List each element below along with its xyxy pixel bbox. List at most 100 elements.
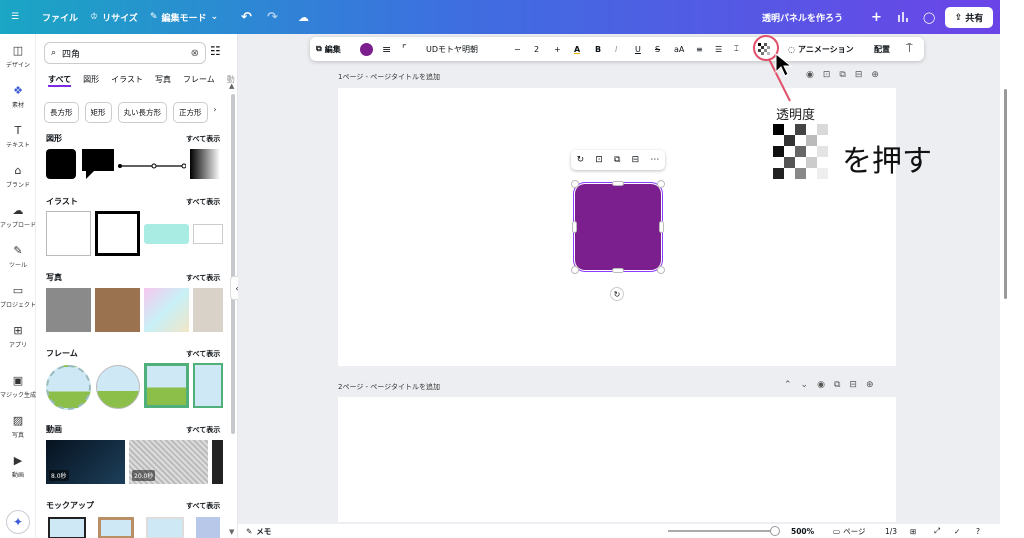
- frame-flower-circle[interactable]: [46, 365, 91, 410]
- file-menu[interactable]: ファイル: [42, 0, 78, 34]
- photo-room[interactable]: [193, 288, 223, 332]
- resize-handle[interactable]: [659, 221, 664, 233]
- see-all-frames[interactable]: すべて表示: [186, 349, 220, 359]
- font-size-increase[interactable]: +: [554, 37, 561, 61]
- frame-green-square[interactable]: [144, 363, 189, 408]
- edit-button[interactable]: ⧉ 編集: [316, 37, 341, 61]
- edit-mode-menu[interactable]: ✎ 編集モード ⌄: [150, 0, 218, 34]
- text-color-icon[interactable]: A: [574, 37, 580, 61]
- photo-holographic[interactable]: [144, 288, 189, 332]
- bold-icon[interactable]: B: [595, 37, 601, 61]
- see-all-video[interactable]: すべて表示: [186, 425, 220, 435]
- illust-thin-frame[interactable]: [46, 211, 91, 256]
- see-all-mockup[interactable]: すべて表示: [186, 501, 220, 511]
- text-case-icon[interactable]: aA: [674, 37, 684, 61]
- video-thumb-tech[interactable]: 8.0秒: [46, 440, 125, 484]
- panel-scrollbar[interactable]: [231, 94, 235, 434]
- rotate-icon[interactable]: ↻: [577, 155, 585, 165]
- zoom-slider[interactable]: [668, 530, 772, 532]
- spacing-icon[interactable]: ⌶: [734, 37, 739, 61]
- add-page-icon[interactable]: ⊕: [866, 380, 883, 390]
- font-size-input[interactable]: 2: [534, 37, 539, 61]
- frame-partial[interactable]: [193, 363, 223, 408]
- rail-item-photos[interactable]: ▨ 写真: [0, 414, 36, 439]
- trash-icon[interactable]: ⊟: [632, 155, 640, 165]
- see-all-photos[interactable]: すべて表示: [186, 273, 220, 283]
- tab-shapes[interactable]: 図形: [83, 74, 99, 87]
- chevron-right-icon[interactable]: ›: [214, 102, 217, 123]
- visibility-icon[interactable]: ◉: [806, 70, 823, 80]
- zoom-slider-thumb[interactable]: [770, 526, 780, 536]
- hamburger-icon[interactable]: ☰: [11, 0, 19, 34]
- rail-item-magic[interactable]: ▣ マジック生成: [0, 374, 36, 399]
- move-up-icon[interactable]: ⌃: [784, 380, 801, 390]
- notes-button[interactable]: ✎ メモ: [246, 524, 271, 538]
- redo-icon[interactable]: ↷: [267, 0, 278, 34]
- shape-speech-bubble[interactable]: [82, 149, 114, 179]
- document-title[interactable]: 透明パネルを作ろう: [762, 0, 843, 34]
- resize-handle[interactable]: [657, 266, 665, 274]
- clear-icon[interactable]: ⊗: [191, 48, 199, 59]
- lock-icon[interactable]: ⊡: [595, 155, 603, 165]
- mockup-frame-wood[interactable]: [98, 517, 134, 538]
- see-all-shapes[interactable]: すべて表示: [186, 134, 220, 144]
- magic-assistant-icon[interactable]: ✦: [6, 510, 30, 534]
- page-2-title[interactable]: 2ページ - ページタイトルを追加: [338, 382, 440, 392]
- resize-menu[interactable]: ♔ リサイズ: [90, 0, 138, 34]
- add-page-icon[interactable]: ⊕: [871, 70, 888, 80]
- italic-icon[interactable]: I: [615, 37, 617, 61]
- rail-item-video[interactable]: ▶ 動画: [0, 454, 36, 479]
- help-icon[interactable]: ?: [976, 524, 980, 538]
- video-thumb-noise[interactable]: 20.0秒: [129, 440, 208, 484]
- font-selector[interactable]: UDモトヤ明朝: [426, 37, 508, 61]
- rail-item-projects[interactable]: ▭ プロジェクト: [0, 284, 36, 309]
- mockup-frame-white[interactable]: [146, 517, 184, 538]
- duplicate-icon[interactable]: ⧉: [834, 380, 849, 390]
- resize-handle[interactable]: [572, 221, 577, 233]
- check-icon[interactable]: ✓: [954, 524, 960, 538]
- filter-icon[interactable]: ☷: [210, 44, 221, 58]
- shape-rounded-square[interactable]: [46, 149, 76, 179]
- photo-paper-texture[interactable]: [95, 288, 140, 332]
- align-icon[interactable]: ≡: [696, 37, 703, 61]
- duplicate-icon[interactable]: ⧉: [614, 155, 620, 165]
- resize-handle[interactable]: [612, 181, 624, 186]
- comment-icon[interactable]: ◯: [923, 0, 935, 34]
- photo-gray-texture[interactable]: [46, 288, 91, 332]
- tab-frames[interactable]: フレーム: [183, 74, 215, 87]
- search-input[interactable]: ⌕ 四角 ⊗: [44, 42, 206, 64]
- illust-mint-rectangle[interactable]: [144, 224, 189, 244]
- rotate-handle-icon[interactable]: ↻: [610, 287, 624, 301]
- rail-item-elements[interactable]: ❖ 素材: [0, 84, 36, 109]
- share-button[interactable]: ⇪ 共有: [945, 7, 993, 28]
- see-all-illust[interactable]: すべて表示: [186, 197, 220, 207]
- rail-item-brand[interactable]: ⌂ ブランド: [0, 164, 36, 189]
- chip-quad[interactable]: 矩形: [84, 102, 112, 123]
- mockup-frame-black[interactable]: [48, 517, 86, 538]
- resize-handle[interactable]: [612, 268, 624, 273]
- page-1-title[interactable]: 1ページ - ページタイトルを追加: [338, 72, 440, 82]
- tab-photos[interactable]: 写真: [155, 74, 171, 87]
- delete-icon[interactable]: ⊟: [855, 70, 872, 80]
- add-icon[interactable]: +: [871, 0, 882, 34]
- zoom-level[interactable]: 500%: [791, 524, 814, 538]
- paint-format-icon[interactable]: ⍑: [906, 37, 913, 61]
- chip-rectangle[interactable]: 長方形: [44, 102, 79, 123]
- grid-view-icon[interactable]: ⊞: [910, 524, 916, 538]
- fullscreen-icon[interactable]: ⤢: [934, 524, 940, 538]
- tab-illust[interactable]: イラスト: [111, 74, 143, 87]
- illust-thick-frame[interactable]: [95, 211, 140, 256]
- underline-icon[interactable]: U: [635, 37, 641, 61]
- undo-icon[interactable]: ↶: [241, 0, 252, 34]
- fill-color-swatch[interactable]: [360, 37, 373, 61]
- more-icon[interactable]: ⋯: [650, 155, 659, 165]
- rail-item-upload[interactable]: ☁ アップロード: [0, 204, 36, 229]
- cloud-saved-icon[interactable]: ☁: [298, 0, 309, 34]
- border-style-icon[interactable]: ≡: [382, 37, 391, 61]
- video-thumb-partial[interactable]: [212, 440, 223, 484]
- selected-rounded-square[interactable]: [573, 182, 663, 272]
- font-size-decrease[interactable]: −: [514, 37, 521, 61]
- resize-handle[interactable]: [571, 266, 579, 274]
- visibility-icon[interactable]: ◉: [817, 380, 834, 390]
- position-button[interactable]: 配置: [874, 37, 890, 61]
